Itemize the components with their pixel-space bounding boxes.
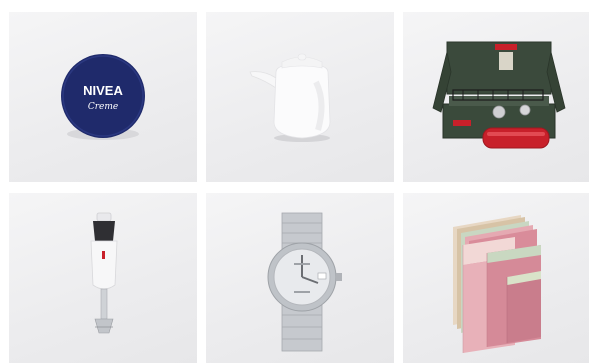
blender-icon — [90, 212, 118, 334]
product-grid: NIVEA Creme — [0, 0, 589, 363]
product-tile-nivea[interactable]: NIVEA Creme — [9, 12, 197, 182]
nivea-sub-text: Creme — [88, 102, 118, 112]
paper-stack-icon — [453, 215, 541, 353]
watch-icon — [267, 212, 342, 352]
product-tile-camping-stove[interactable] — [403, 12, 589, 182]
nivea-brand-text: NIVEA — [83, 83, 123, 98]
pot-icon — [249, 53, 331, 142]
tin-can-icon: NIVEA Creme — [61, 54, 145, 140]
product-tile-wrist-watch[interactable] — [206, 193, 394, 363]
stove-icon — [432, 41, 566, 149]
product-tile-hand-blender[interactable] — [9, 193, 197, 363]
product-tile-porcelain-pot[interactable] — [206, 12, 394, 182]
product-tile-paper-stack[interactable] — [403, 193, 589, 363]
